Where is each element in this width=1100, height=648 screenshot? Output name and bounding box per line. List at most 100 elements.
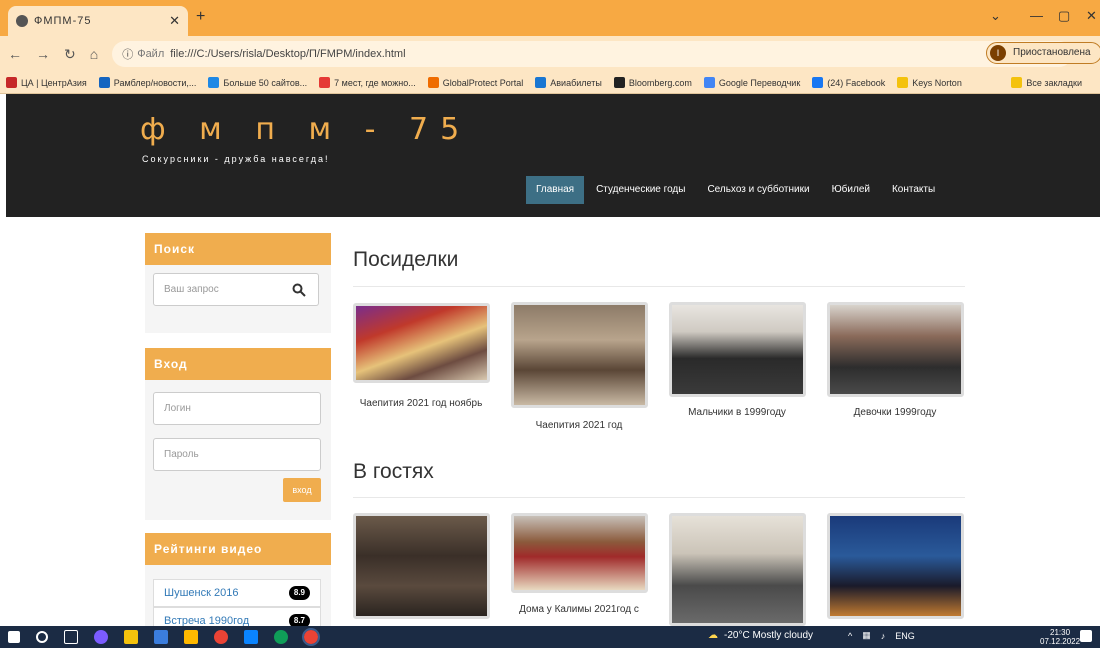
menu-item-home[interactable]: Главная	[526, 176, 585, 204]
gallery-photo[interactable]	[669, 302, 806, 397]
bookmark-label: Рамблер/новости,...	[113, 77, 197, 88]
ratings-widget: Шушенск 2016 8.9 Встреча 1990год 8.7	[145, 565, 331, 626]
close-window-icon[interactable]: ✕	[1086, 8, 1097, 24]
login-button[interactable]: вход	[283, 478, 321, 502]
tab-title: ФМПМ-75	[34, 15, 92, 27]
photo-caption: Девочки 1999году	[853, 407, 937, 418]
chrome-icon[interactable]	[214, 630, 228, 644]
reload-icon[interactable]: ↻	[64, 46, 76, 63]
site-logo[interactable]: ф м п м - 75	[140, 112, 471, 147]
bookmark-item[interactable]: GlobalProtect Portal	[427, 77, 524, 88]
url-text: file:///C:/Users/risla/Desktop/П/FMPM/in…	[170, 48, 406, 60]
clock-date: 07.12.2022	[1040, 637, 1081, 646]
section-title-visits: В гостях	[353, 460, 434, 483]
bookmark-favicon-icon	[535, 77, 547, 88]
gallery-photo[interactable]	[353, 303, 490, 383]
edge-icon[interactable]	[274, 630, 288, 644]
bookmark-label: ЦА | ЦентрАзия	[21, 77, 87, 88]
forward-icon[interactable]: →	[36, 46, 50, 62]
bookmark-favicon-icon	[897, 77, 909, 88]
bookmark-label: (24) Facebook	[827, 77, 886, 88]
menu-item-student-years[interactable]: Студенческие годы	[586, 176, 695, 204]
search-icon	[292, 283, 306, 297]
bookmark-item[interactable]: Авиабилеты	[535, 77, 602, 88]
section-title-gatherings: Посиделки	[353, 248, 459, 271]
bookmark-item[interactable]: Рамблер/новости,...	[98, 77, 197, 88]
login-widget-title: Вход	[145, 348, 331, 380]
all-bookmarks-label: Все закладки	[1026, 77, 1082, 88]
all-bookmarks-folder[interactable]: Все закладки	[1011, 77, 1082, 88]
back-icon[interactable]: ←	[8, 46, 22, 62]
gallery-photo[interactable]	[669, 513, 806, 626]
divider	[353, 286, 965, 287]
windows-taskbar	[0, 626, 1100, 648]
bookmark-favicon-icon	[613, 77, 625, 88]
search-input[interactable]: Ваш запрос	[153, 273, 280, 306]
gallery-photo[interactable]	[511, 302, 648, 408]
gallery-photo[interactable]	[827, 513, 964, 619]
maximize-icon[interactable]: ▢	[1058, 8, 1070, 24]
bookmark-item[interactable]: (24) Facebook	[812, 77, 885, 88]
search-button[interactable]	[279, 273, 319, 306]
profile-button[interactable]: I Приостановлена	[986, 42, 1100, 64]
network-icon[interactable]: ▦	[862, 630, 871, 641]
bookmark-favicon-icon	[427, 77, 439, 88]
file-explorer-icon[interactable]	[124, 630, 138, 644]
address-toolbar: ← → ↻ ⌂ ⓘ Файл file:///C:/Users/risla/De…	[0, 36, 1100, 72]
info-icon: ⓘ	[122, 49, 134, 61]
menu-item-jubilee[interactable]: Юбилей	[822, 176, 880, 204]
photo-caption: Мальчики в 1999году	[688, 407, 786, 418]
gallery-photo[interactable]	[353, 513, 490, 619]
gallery-photo[interactable]	[827, 302, 964, 397]
search-icon[interactable]	[36, 631, 48, 643]
folder-icon	[1011, 77, 1023, 88]
rating-item[interactable]: Встреча 1990год 8.7	[153, 607, 321, 626]
gallery-photo[interactable]	[511, 513, 648, 593]
ratings-widget-title: Рейтинги видео	[145, 533, 331, 565]
bookmark-label: Google Переводчик	[718, 77, 801, 88]
task-view-icon[interactable]	[64, 630, 78, 644]
bookmarks-bar: ЦА | ЦентрАзия Рамблер/новости,... Больше …	[0, 72, 1100, 94]
photo-caption: Чаепития 2021 год	[535, 420, 623, 431]
main-menu: Главная Студенческие годы Сельхоз и субб…	[526, 176, 947, 204]
cloudy-icon: ☁	[708, 630, 718, 641]
rating-title: Шушенск 2016	[164, 587, 239, 599]
password-input[interactable]: Пароль	[153, 438, 321, 471]
url-input[interactable]: ⓘ Файл file:///C:/Users/risla/Desktop/П/…	[112, 41, 1073, 67]
chrome-active-icon[interactable]	[302, 628, 320, 646]
close-tab-icon[interactable]: ✕	[169, 13, 180, 29]
volume-icon[interactable]: ♪	[881, 631, 886, 641]
weather-widget[interactable]: ☁ -20°C Mostly cloudy	[708, 630, 813, 641]
bookmark-label: 7 мест, где можно...	[334, 77, 416, 88]
bookmark-item[interactable]: Bloomberg.com	[613, 77, 692, 88]
browser-tab[interactable]: ФМПМ-75 ✕	[8, 6, 188, 36]
bookmark-item[interactable]: Keys Norton	[897, 77, 962, 88]
site-slogan: Сокурсники - дружба навсегда!	[142, 154, 330, 164]
app-icon[interactable]	[184, 630, 198, 644]
bookmark-favicon-icon	[812, 77, 824, 88]
bookmark-item[interactable]: Google Переводчик	[703, 77, 801, 88]
url-scheme-label: Файл	[137, 48, 165, 60]
app-icon[interactable]	[154, 630, 168, 644]
rating-item[interactable]: Шушенск 2016 8.9	[153, 579, 321, 607]
bookmark-label: GlobalProtect Portal	[442, 77, 524, 88]
bookmark-item[interactable]: Больше 50 сайтов...	[208, 77, 307, 88]
clock[interactable]: 21:30 07.12.2022	[1040, 628, 1080, 646]
windows-start-icon[interactable]	[8, 631, 20, 643]
chevron-up-icon[interactable]: ^	[848, 631, 852, 641]
minimize-icon[interactable]: —	[1030, 8, 1043, 23]
new-tab-icon[interactable]: +	[196, 8, 205, 26]
bookmark-favicon-icon	[703, 77, 715, 88]
chevron-down-icon[interactable]: ⌄	[990, 8, 1001, 24]
menu-item-farm-work[interactable]: Сельхоз и субботники	[697, 176, 819, 204]
login-input[interactable]: Логин	[153, 392, 321, 425]
menu-item-contacts[interactable]: Контакты	[882, 176, 945, 204]
app-icon[interactable]	[94, 630, 108, 644]
bookmark-item[interactable]: ЦА | ЦентрАзия	[6, 77, 87, 88]
mail-icon[interactable]	[244, 630, 258, 644]
language-indicator[interactable]: ENG	[895, 631, 915, 641]
bookmark-item[interactable]: 7 мест, где можно...	[319, 77, 416, 88]
notifications-icon[interactable]	[1080, 630, 1092, 642]
search-widget-title: Поиск	[145, 233, 331, 265]
home-icon[interactable]: ⌂	[90, 46, 98, 62]
